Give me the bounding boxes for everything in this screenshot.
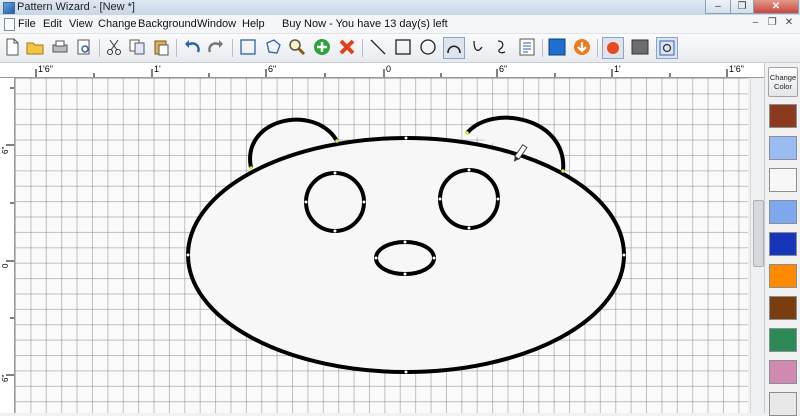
cut-icon[interactable] <box>104 37 124 57</box>
toolbar-separator <box>232 39 233 57</box>
ruler-label: 1'6" <box>38 64 53 74</box>
toolbar-separator <box>542 39 543 57</box>
undo-icon[interactable] <box>182 37 202 57</box>
drawing-canvas[interactable] <box>15 78 748 413</box>
right-eye-shape[interactable] <box>438 168 500 230</box>
color-swatch[interactable] <box>769 168 797 192</box>
buy-now-link[interactable]: Buy Now - You have 13 day(s) left <box>282 17 448 31</box>
fit-view-icon[interactable] <box>656 37 678 59</box>
color-swatch[interactable] <box>769 328 797 352</box>
toolbar-separator <box>597 39 598 57</box>
left-eye-shape[interactable] <box>304 171 366 233</box>
menu-background[interactable]: Background <box>138 17 197 31</box>
color-swatch[interactable] <box>769 232 797 256</box>
pattern-drawing <box>186 115 626 374</box>
ruler-label: 1' <box>154 64 161 74</box>
toolbar-separator <box>362 39 363 57</box>
ruler-ticks <box>6 87 14 376</box>
mdi-restore-button[interactable]: ❐ <box>765 17 779 28</box>
toolbar-separator <box>176 39 177 57</box>
fill-color-icon[interactable] <box>547 37 567 57</box>
close-button[interactable]: ✕ <box>753 0 799 14</box>
circle-tool-icon[interactable] <box>418 37 438 57</box>
lasso-select-icon[interactable] <box>263 37 283 57</box>
menu-change[interactable]: Change <box>98 17 137 31</box>
new-file-icon[interactable] <box>2 37 22 57</box>
print-preview-icon[interactable] <box>74 37 94 57</box>
menu-file[interactable]: File <box>18 17 36 31</box>
color-swatch[interactable] <box>769 200 797 224</box>
ruler-label: 1' <box>614 64 621 74</box>
color-swatch[interactable] <box>769 136 797 160</box>
down-arrow-icon[interactable] <box>572 37 592 57</box>
rect-select-icon[interactable] <box>238 37 258 57</box>
ruler-label: 6" <box>268 64 277 74</box>
document-icon <box>4 18 15 31</box>
line-tool-icon[interactable] <box>368 37 388 57</box>
freehand-tool-icon[interactable] <box>492 37 512 57</box>
minimize-button[interactable]: – <box>705 0 731 14</box>
arc-tool-icon[interactable] <box>443 37 465 59</box>
maximize-button[interactable]: ❐ <box>730 0 754 14</box>
color-swatch[interactable] <box>769 296 797 320</box>
vertical-ruler: 6" 0 6" <box>0 78 15 413</box>
mdi-close-button[interactable]: ✕ <box>782 17 796 28</box>
color-palette: Change Color <box>764 63 800 416</box>
app-icon <box>3 2 15 14</box>
copy-icon[interactable] <box>127 37 147 57</box>
grayscale-icon[interactable] <box>630 37 650 57</box>
curve-tool-icon[interactable] <box>468 37 488 57</box>
mdi-minimize-button[interactable]: – <box>748 17 762 28</box>
menu-view[interactable]: View <box>69 17 93 31</box>
zoom-icon[interactable] <box>287 37 307 57</box>
ruler-label: 6" <box>1 374 10 382</box>
text-tool-icon[interactable] <box>517 37 537 57</box>
menu-bar: File Edit View Change Background Window … <box>0 15 800 34</box>
add-icon[interactable] <box>312 37 332 57</box>
paste-icon[interactable] <box>151 37 171 57</box>
mdi-controls: – ❐ ✕ <box>748 17 796 28</box>
redo-icon[interactable] <box>206 37 226 57</box>
window-title: Pattern Wizard - [New *] <box>17 1 135 13</box>
print-icon[interactable] <box>50 37 70 57</box>
color-swatch[interactable] <box>769 264 797 288</box>
ruler-ticks <box>35 69 728 77</box>
menu-help[interactable]: Help <box>242 17 265 31</box>
color-swatch[interactable] <box>769 360 797 384</box>
delete-icon[interactable] <box>337 37 357 57</box>
change-color-button[interactable]: Change Color <box>768 67 798 97</box>
open-folder-icon[interactable] <box>25 37 45 57</box>
menu-window[interactable]: Window <box>197 17 236 31</box>
toolbar <box>0 34 800 63</box>
ruler-label: 0 <box>1 263 10 268</box>
vertical-scrollbar[interactable] <box>750 78 764 413</box>
rectangle-tool-icon[interactable] <box>393 37 413 57</box>
toolbar-separator <box>99 39 100 57</box>
menu-edit[interactable]: Edit <box>43 17 62 31</box>
record-icon[interactable] <box>602 37 624 59</box>
ruler-label: 0 <box>386 64 392 74</box>
ruler-label: 6" <box>499 64 508 74</box>
color-swatch[interactable] <box>769 104 797 128</box>
scrollbar-thumb[interactable] <box>753 200 764 267</box>
ruler-label: 6" <box>1 146 10 154</box>
nose-shape[interactable] <box>374 240 436 276</box>
ruler-label: 1'6" <box>729 64 744 74</box>
title-bar: Pattern Wizard - [New *] – ❐ ✕ <box>0 0 800 16</box>
color-swatch[interactable] <box>769 392 797 416</box>
horizontal-ruler: 1'6" 1' 6" 0 6" 1' 1'6" <box>0 63 764 78</box>
